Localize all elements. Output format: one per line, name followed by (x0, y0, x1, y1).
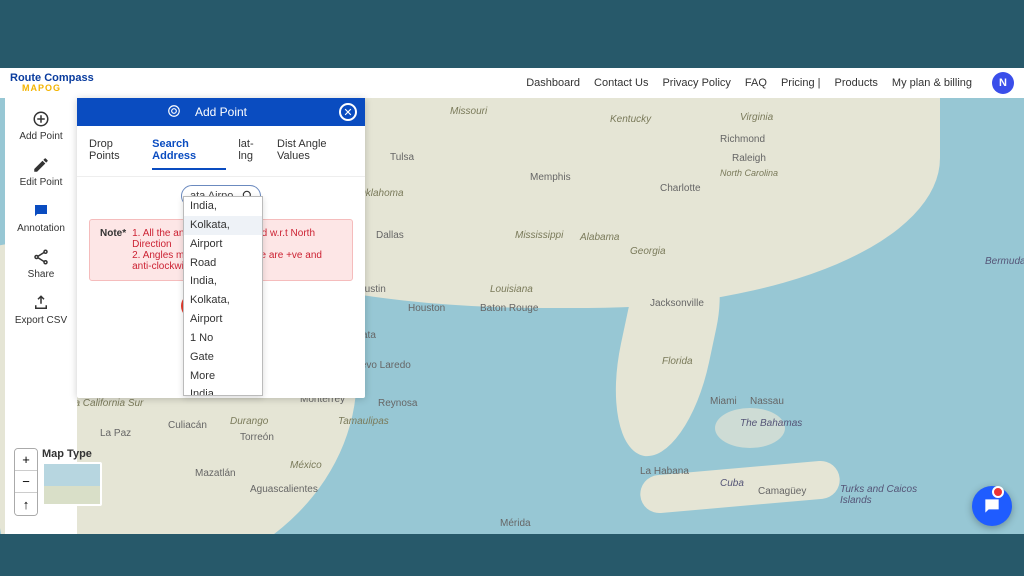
sidebar-label: Share (28, 269, 55, 280)
pencil-icon (32, 156, 50, 174)
user-avatar[interactable]: N (992, 72, 1014, 94)
nav-contact[interactable]: Contact Us (594, 77, 648, 89)
nav-pricing[interactable]: Pricing | (781, 77, 821, 89)
chat-icon (982, 496, 1002, 516)
suggestion-item[interactable]: More (184, 367, 262, 386)
nav-plan[interactable]: My plan & billing (892, 77, 972, 89)
zoom-out-button[interactable]: − (15, 471, 37, 493)
sidebar-item-add-point[interactable]: Add Point (19, 106, 62, 146)
export-icon (32, 294, 50, 312)
brand-logo[interactable]: Route Compass MAPOG (10, 73, 94, 93)
nav-dashboard[interactable]: Dashboard (526, 77, 580, 89)
map-type-label: Map Type (42, 448, 102, 460)
nav-products[interactable]: Products (834, 77, 877, 89)
nav-privacy[interactable]: Privacy Policy (662, 77, 730, 89)
suggestion-item[interactable]: Gate (184, 348, 262, 367)
suggestion-item[interactable]: Airport (184, 235, 262, 254)
sidebar-item-share[interactable]: Share (28, 244, 55, 284)
sidebar-label: Edit Point (20, 177, 63, 188)
suggestion-item[interactable]: Kolkata, (184, 216, 262, 235)
tab-drop-points[interactable]: Drop Points (89, 138, 140, 170)
map-controls: + − ↑ Map Type (14, 448, 102, 516)
sidebar-label: Export CSV (15, 315, 67, 326)
sidebar-label: Add Point (19, 131, 62, 142)
sidebar-item-export[interactable]: Export CSV (15, 290, 67, 330)
tab-dist-angle[interactable]: Dist Angle Values (277, 138, 353, 170)
zoom-controls: + − ↑ (14, 448, 38, 516)
suggestion-item[interactable]: India, (184, 197, 262, 216)
close-icon[interactable]: ✕ (339, 103, 357, 121)
suggestion-item[interactable]: Airport (184, 310, 262, 329)
brand-line2: MAPOG (22, 84, 94, 93)
note-label: Note* (100, 228, 126, 272)
suggestion-item[interactable]: 1 No (184, 329, 262, 348)
plus-circle-icon (32, 110, 50, 128)
panel-tabs: Drop Points Search Address lat-lng Dist … (77, 126, 365, 177)
suggestion-item[interactable]: Road (184, 254, 262, 273)
sidebar-item-edit-point[interactable]: Edit Point (20, 152, 63, 192)
map-type[interactable]: Map Type (42, 448, 102, 506)
sidebar-label: Annotation (17, 223, 65, 234)
comment-icon (32, 202, 50, 220)
suggestion-item[interactable]: India, (184, 272, 262, 291)
map-land (715, 408, 785, 448)
nav-faq[interactable]: FAQ (745, 77, 767, 89)
north-button[interactable]: ↑ (15, 493, 37, 515)
top-bar: Route Compass MAPOG Dashboard Contact Us… (0, 68, 1024, 98)
search-suggestions[interactable]: India, Kolkata, Airport Road India, Kolk… (183, 196, 263, 396)
panel-title: Add Point (195, 105, 247, 119)
suggestion-item[interactable]: India, (184, 385, 262, 396)
notification-dot (992, 486, 1004, 498)
map-type-thumb[interactable] (42, 462, 102, 506)
top-nav: Dashboard Contact Us Privacy Policy FAQ … (526, 72, 1014, 94)
zoom-in-button[interactable]: + (15, 449, 37, 471)
target-icon (167, 104, 181, 118)
tab-latlng[interactable]: lat-lng (238, 138, 265, 170)
sidebar-item-annotation[interactable]: Annotation (17, 198, 65, 238)
panel-header: Add Point ✕ (77, 98, 365, 126)
share-icon (32, 248, 50, 266)
bottom-frame (0, 534, 1024, 576)
chat-button[interactable] (972, 486, 1012, 526)
suggestion-item[interactable]: Kolkata, (184, 291, 262, 310)
tab-search-address[interactable]: Search Address (152, 138, 226, 170)
